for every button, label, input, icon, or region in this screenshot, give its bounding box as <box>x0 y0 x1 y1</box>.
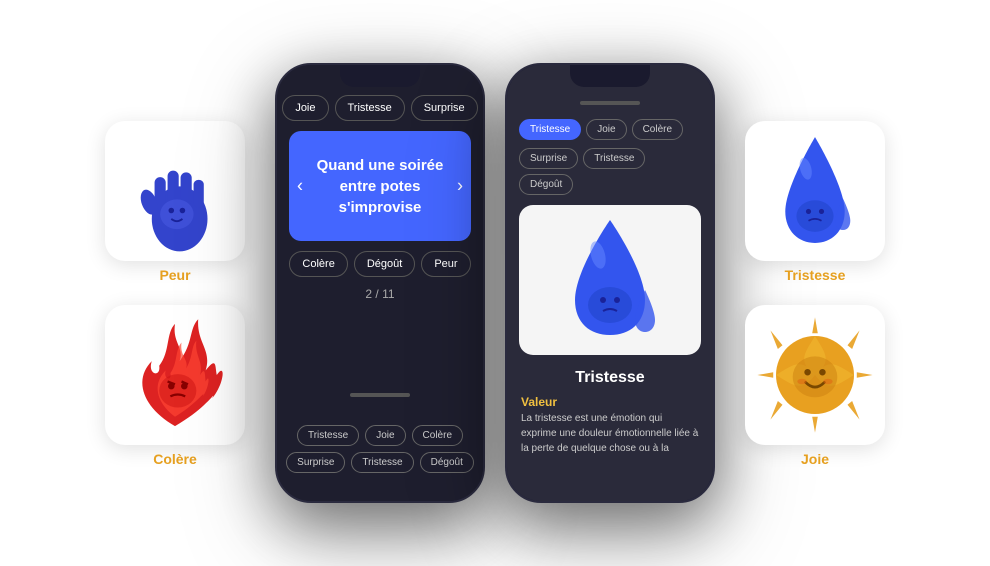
colere-illustration <box>110 310 240 440</box>
p2-tag-joie[interactable]: Joie <box>586 119 626 140</box>
tag-joie-1[interactable]: Joie <box>365 425 405 446</box>
tag-tristesse-2[interactable]: Tristesse <box>351 452 413 473</box>
tristesse-card[interactable] <box>745 121 885 261</box>
p2-tag-colere[interactable]: Colère <box>632 119 683 140</box>
left-cards: Peur <box>105 121 245 445</box>
btn-peur[interactable]: Peur <box>421 251 470 277</box>
phone2-screen: Tristesse Joie Colère Surprise Tristesse… <box>507 65 713 501</box>
peur-card-wrapper: Peur <box>105 121 245 261</box>
phone2-header: Tristesse Joie Colère Surprise Tristesse… <box>507 95 713 195</box>
colere-label: Colère <box>153 451 197 467</box>
peur-label: Peur <box>159 267 190 283</box>
p2-tag-surprise[interactable]: Surprise <box>519 148 578 169</box>
quiz-next[interactable]: › <box>457 176 463 197</box>
tag-tristesse-1[interactable]: Tristesse <box>297 425 359 446</box>
colere-card-wrapper: Colère <box>105 305 245 445</box>
phone1-tags-row1: Tristesse Joie Colère <box>301 425 459 446</box>
phone2-tags-row1: Tristesse Joie Colère <box>519 119 701 140</box>
p2-tag-tristesse-2[interactable]: Tristesse <box>583 148 645 169</box>
tag-surprise-1[interactable]: Surprise <box>286 452 345 473</box>
tristesse-card-wrapper: Tristesse <box>745 121 885 261</box>
phone2-notch <box>570 65 650 87</box>
joie-card-wrapper: Joie <box>745 305 885 445</box>
phone2-description: La tristesse est une émotion qui exprime… <box>507 411 713 456</box>
phone1-bottom-tags: Tristesse Joie Colère Surprise Tristesse… <box>289 415 471 489</box>
phone1-screen: Joie Tristesse Surprise ‹ Quand une soir… <box>277 65 483 501</box>
peur-illustration <box>110 126 240 256</box>
joie-card[interactable] <box>745 305 885 445</box>
phone2-emotion-name: Tristesse <box>507 365 713 391</box>
progress-indicator: 2 / 11 <box>289 287 471 301</box>
tag-colere-1[interactable]: Colère <box>412 425 463 446</box>
tag-degout-1[interactable]: Dégoût <box>420 452 474 473</box>
phones-container: Joie Tristesse Surprise ‹ Quand une soir… <box>275 63 715 503</box>
joie-label: Joie <box>801 451 829 467</box>
phone2: Tristesse Joie Colère Surprise Tristesse… <box>505 63 715 503</box>
peur-card[interactable] <box>105 121 245 261</box>
phone1-top-buttons: Joie Tristesse Surprise <box>289 95 471 121</box>
btn-colere[interactable]: Colère <box>289 251 347 277</box>
btn-joie-top[interactable]: Joie <box>282 95 328 121</box>
joie-illustration <box>750 310 880 440</box>
phone1-tags-row2: Surprise Tristesse Dégoût <box>301 452 459 473</box>
phone1-answer-buttons: Colère Dégoût Peur <box>289 251 471 277</box>
quiz-text: Quand une soirée entre potes s'improvise <box>313 155 447 218</box>
p2-tag-degout[interactable]: Dégoût <box>519 174 573 195</box>
tristesse-label: Tristesse <box>785 267 846 283</box>
btn-degout[interactable]: Dégoût <box>354 251 415 277</box>
phone1: Joie Tristesse Surprise ‹ Quand une soir… <box>275 63 485 503</box>
phone2-bar <box>580 101 640 105</box>
p2-tag-tristesse-active[interactable]: Tristesse <box>519 119 581 140</box>
btn-surprise-top[interactable]: Surprise <box>411 95 478 121</box>
right-cards: Tristesse <box>745 121 885 445</box>
phone2-tags-row2: Surprise Tristesse Dégoût <box>519 148 701 195</box>
quiz-prev[interactable]: ‹ <box>297 176 303 197</box>
quiz-card: ‹ Quand une soirée entre potes s'improvi… <box>289 131 471 241</box>
tristesse-card-illustration <box>750 126 880 256</box>
btn-tristesse-top[interactable]: Tristesse <box>335 95 405 121</box>
scene: Peur <box>0 0 990 566</box>
phone2-image-card <box>519 205 701 355</box>
tristesse-illustration <box>530 205 690 355</box>
phone2-section-title: Valeur <box>507 391 713 411</box>
phone1-notch <box>340 65 420 87</box>
colere-card[interactable] <box>105 305 245 445</box>
phone1-bar <box>350 393 410 397</box>
